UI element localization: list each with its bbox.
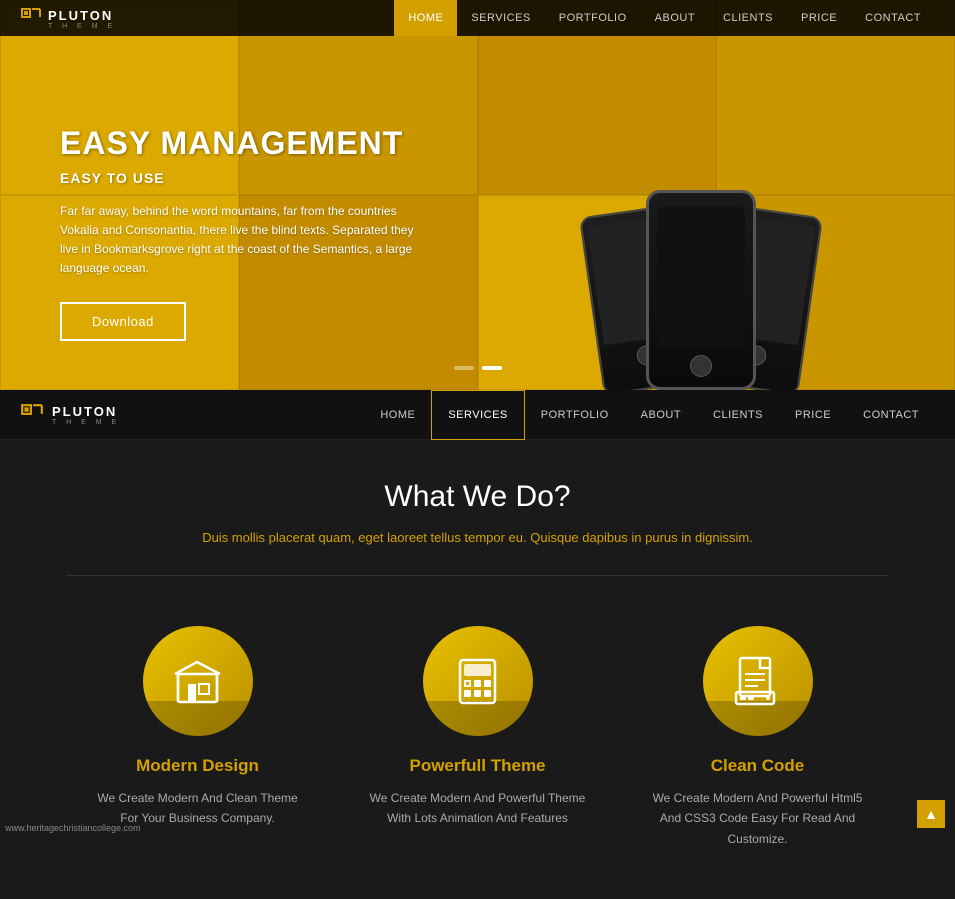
powerfull-theme-desc: We Create Modern And Powerful Theme With… <box>368 788 588 829</box>
services-subtitle: Duis mollis placerat quam, eget laoreet … <box>20 530 935 545</box>
hero-content: EASY MANAGEMENT EASY TO USE Far far away… <box>0 36 955 390</box>
hero-phones <box>488 76 916 390</box>
top-logo: PLUTON T H E M E <box>20 7 116 30</box>
bottom-nav-price[interactable]: PRICE <box>779 390 847 440</box>
scroll-to-top-button[interactable]: ▲ <box>917 800 945 828</box>
hero-text-block: EASY MANAGEMENT EASY TO USE Far far away… <box>60 125 488 342</box>
bottom-logo-name: PLUTON <box>52 404 117 419</box>
bottom-logo-icon <box>20 403 44 427</box>
bottom-logo-sub: T H E M E <box>52 419 120 426</box>
modern-design-icon-circle <box>143 626 253 736</box>
clean-code-icon-circle <box>703 626 813 736</box>
bottom-logo: PLUTON T H E M E <box>20 403 120 427</box>
bottom-nav-home[interactable]: HOME <box>364 390 431 440</box>
service-card-powerfull-theme: Powerfull Theme We Create Modern And Pow… <box>368 626 588 849</box>
clean-code-name: Clean Code <box>648 756 868 776</box>
calculator-icon <box>450 654 505 709</box>
pluton-logo-icon <box>20 7 42 29</box>
clean-code-desc: We Create Modern And Powerful Html5 And … <box>648 788 868 849</box>
slider-dot[interactable] <box>454 366 474 370</box>
bottom-logo-text-group: PLUTON T H E M E <box>52 403 120 426</box>
bottom-nav-portfolio[interactable]: PORTFOLIO <box>525 390 625 440</box>
hero-description: Far far away, behind the word mountains,… <box>60 202 420 279</box>
hero-title: EASY MANAGEMENT <box>60 125 488 162</box>
bottom-nav-about[interactable]: ABOUT <box>625 390 697 440</box>
top-nav-portfolio[interactable]: PORTFOLIO <box>545 0 641 36</box>
top-nav-contact[interactable]: CONTACT <box>851 0 935 36</box>
slider-dots <box>454 366 502 370</box>
services-content: What We Do? Duis mollis placerat quam, e… <box>0 440 955 849</box>
services-title: What We Do? <box>20 480 935 514</box>
top-nav-price[interactable]: PRICE <box>787 0 851 36</box>
phone-mockup-group <box>571 120 831 390</box>
top-nav-about[interactable]: ABOUT <box>641 0 709 36</box>
bottom-nav-contact[interactable]: CONTACT <box>847 390 935 440</box>
slider-dot-active[interactable] <box>482 366 502 370</box>
top-nav-home[interactable]: HOME <box>394 0 457 36</box>
service-card-modern-design: Modern Design We Create Modern And Clean… <box>88 626 308 849</box>
logo-name: PLUTON <box>48 8 113 23</box>
modern-design-name: Modern Design <box>88 756 308 776</box>
top-nav-links: HOME SERVICES PORTFOLIO ABOUT CLIENTS PR… <box>394 0 935 36</box>
download-button[interactable]: Download <box>60 302 186 341</box>
services-divider <box>66 575 890 576</box>
phone-main <box>646 190 756 390</box>
bottom-nav-clients[interactable]: CLIENTS <box>697 390 779 440</box>
bottom-nav-services[interactable]: SERVICES <box>431 390 524 440</box>
bottom-navbar: PLUTON T H E M E HOME SERVICES PORTFOLIO… <box>0 390 955 440</box>
services-cards: Modern Design We Create Modern And Clean… <box>20 626 935 849</box>
store-icon <box>170 654 225 709</box>
bottom-nav-links: HOME SERVICES PORTFOLIO ABOUT CLIENTS PR… <box>364 390 935 440</box>
top-nav-services[interactable]: SERVICES <box>457 0 544 36</box>
top-logo-text: PLUTON T H E M E <box>48 7 116 30</box>
footer-note: www.heritagechristiancollege.com <box>5 823 141 833</box>
logo-sub: T H E M E <box>48 23 116 30</box>
hero-section: PLUTON T H E M E HOME SERVICES PORTFOLIO… <box>0 0 955 390</box>
top-nav-clients[interactable]: CLIENTS <box>709 0 787 36</box>
powerfull-theme-icon-circle <box>423 626 533 736</box>
powerfull-theme-name: Powerfull Theme <box>368 756 588 776</box>
hero-subtitle: EASY TO USE <box>60 170 488 186</box>
services-section: PLUTON T H E M E HOME SERVICES PORTFOLIO… <box>0 390 955 899</box>
document-icon <box>730 654 785 709</box>
service-card-clean-code: Clean Code We Create Modern And Powerful… <box>648 626 868 849</box>
top-navbar: PLUTON T H E M E HOME SERVICES PORTFOLIO… <box>0 0 955 36</box>
